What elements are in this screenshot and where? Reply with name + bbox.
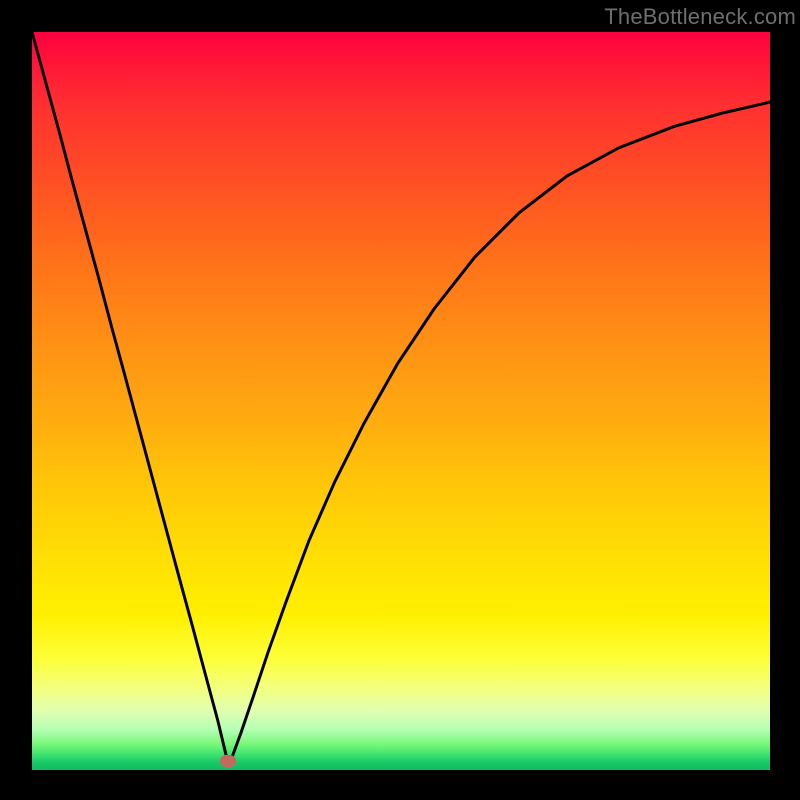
chart-frame: TheBottleneck.com [0, 0, 800, 800]
curve-svg [32, 32, 770, 770]
minimum-marker [220, 755, 236, 767]
plot-area [32, 32, 770, 770]
bottleneck-curve [32, 32, 770, 763]
watermark-label: TheBottleneck.com [604, 4, 796, 30]
